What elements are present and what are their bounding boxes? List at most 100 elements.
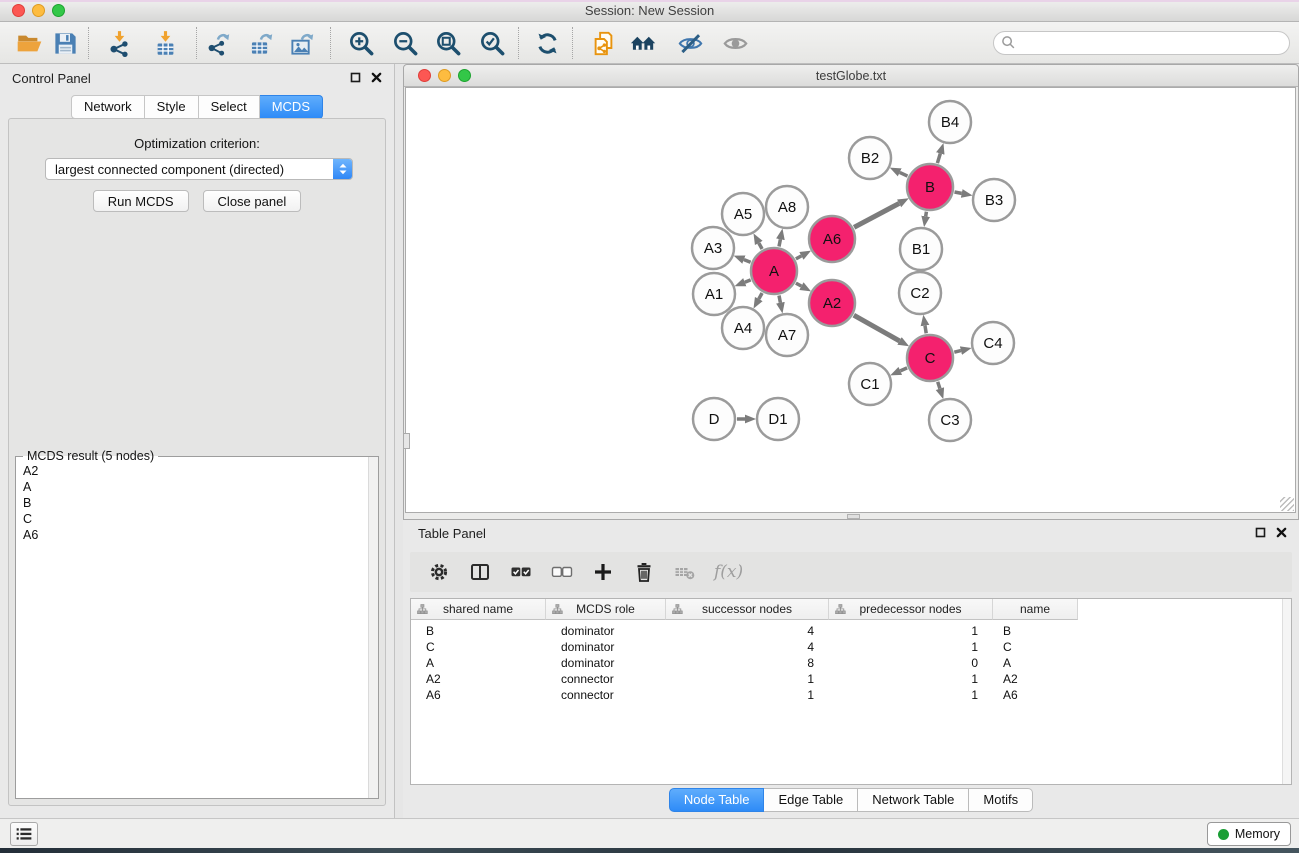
graph-node-A8[interactable]: A8 <box>766 186 808 228</box>
graph-node-C[interactable]: C <box>907 335 953 381</box>
mcds-result-item: B <box>17 495 367 511</box>
graph-node-D[interactable]: D <box>693 398 735 440</box>
graph-node-A1[interactable]: A1 <box>693 273 735 315</box>
table-panel-title: Table Panel <box>418 526 486 541</box>
graph-node-A2[interactable]: A2 <box>809 280 855 326</box>
graph-node-A3[interactable]: A3 <box>692 227 734 269</box>
graph-node-A6[interactable]: A6 <box>809 216 855 262</box>
table-row[interactable]: A2connector11A2 <box>411 671 1291 687</box>
graph-node-B3[interactable]: B3 <box>973 179 1015 221</box>
graph-node-A4[interactable]: A4 <box>722 307 764 349</box>
resize-grip-icon[interactable] <box>1280 497 1294 511</box>
add-column-icon[interactable] <box>591 560 615 584</box>
open-session-icon[interactable] <box>14 28 44 58</box>
graph-edge-A6-B[interactable] <box>854 203 899 227</box>
graph-edge-C-C4[interactable] <box>954 351 961 353</box>
table-scrollbar[interactable] <box>1282 599 1291 784</box>
tab-style[interactable]: Style <box>145 95 199 119</box>
search-input[interactable] <box>993 31 1290 55</box>
graph-edge-A-A6[interactable] <box>796 256 802 259</box>
graph-node-C1[interactable]: C1 <box>849 363 891 405</box>
graph-node-C3[interactable]: C3 <box>929 399 971 441</box>
delete-columns-icon[interactable] <box>632 560 656 584</box>
close-panel-icon[interactable] <box>371 72 382 83</box>
tab-edge-table[interactable]: Edge Table <box>764 788 858 812</box>
save-session-icon[interactable] <box>50 28 80 58</box>
clear-table-icon[interactable] <box>673 560 697 584</box>
zoom-in-icon[interactable] <box>346 28 376 58</box>
tab-network-table[interactable]: Network Table <box>858 788 969 812</box>
home-layout-icon[interactable] <box>628 28 658 58</box>
graph-edge-A-A8[interactable] <box>779 239 780 246</box>
criterion-dropdown[interactable]: largest connected component (directed) <box>45 158 353 180</box>
task-history-button[interactable] <box>10 822 38 846</box>
table-row[interactable]: A6connector11A6 <box>411 687 1291 703</box>
graph-edge-C-C2[interactable] <box>925 326 926 334</box>
hide-graphics-details-icon[interactable] <box>675 28 705 58</box>
deselect-all-rows-icon[interactable] <box>550 560 574 584</box>
graph-edge-B-B4[interactable] <box>937 154 940 164</box>
column-header-name[interactable]: name <box>993 599 1078 620</box>
select-all-rows-icon[interactable] <box>509 560 533 584</box>
graph-edge-B-B2[interactable] <box>900 172 908 176</box>
graph-edge-A-A1[interactable] <box>745 280 751 282</box>
graph-node-A[interactable]: A <box>751 248 797 294</box>
graph-edge-A-A5[interactable] <box>759 243 762 249</box>
table-row[interactable]: Bdominator41B <box>411 623 1291 639</box>
divider-grip[interactable] <box>403 433 410 449</box>
network-document-icon[interactable] <box>588 28 618 58</box>
zoom-out-icon[interactable] <box>390 28 420 58</box>
zoom-selected-icon[interactable] <box>477 28 507 58</box>
graph-edge-A-A3[interactable] <box>744 260 751 263</box>
graph-edge-C-C3[interactable] <box>938 382 940 389</box>
export-image-icon[interactable] <box>287 28 317 58</box>
graph-edge-B-B3[interactable] <box>955 192 962 193</box>
graph-node-B[interactable]: B <box>907 164 953 210</box>
import-network-icon[interactable] <box>104 28 134 58</box>
apply-function-icon[interactable]: f(x) <box>714 562 743 582</box>
zoom-fit-icon[interactable] <box>433 28 463 58</box>
graph-node-B4[interactable]: B4 <box>929 101 971 143</box>
tab-node-table[interactable]: Node Table <box>669 788 765 812</box>
float-panel-icon[interactable] <box>350 72 361 83</box>
export-table-icon[interactable] <box>246 28 276 58</box>
graph-edge-B-B1[interactable] <box>926 212 927 217</box>
graph-node-D1[interactable]: D1 <box>757 398 799 440</box>
table-row[interactable]: Adominator80A <box>411 655 1291 671</box>
network-canvas[interactable]: B4 B2 B B3 A8A5 A6 A3 B1 A C2 A1 A2 A4A7 C4 C C1 C3 D D1 <box>405 87 1296 513</box>
graph-node-C2[interactable]: C2 <box>899 272 941 314</box>
result-scrollbar[interactable] <box>368 457 378 798</box>
table-row[interactable]: Cdominator41C <box>411 639 1291 655</box>
close-panel-icon[interactable] <box>1276 527 1287 538</box>
tab-mcds[interactable]: MCDS <box>260 95 323 119</box>
split-table-view-icon[interactable] <box>468 560 492 584</box>
graph-node-B1[interactable]: B1 <box>900 228 942 270</box>
graph-edge-A2-C[interactable] <box>854 315 900 341</box>
memory-button[interactable]: Memory <box>1207 822 1291 846</box>
tab-network[interactable]: Network <box>71 95 145 119</box>
column-header-shared-name[interactable]: shared name <box>411 599 546 620</box>
table-settings-icon[interactable] <box>427 560 451 584</box>
graph-edge-A-A4[interactable] <box>759 293 762 299</box>
close-panel-button[interactable]: Close panel <box>203 190 302 212</box>
graph-node-C4[interactable]: C4 <box>972 322 1014 364</box>
graph-node-A5[interactable]: A5 <box>722 193 764 235</box>
column-header-predecessor-nodes[interactable]: predecessor nodes <box>829 599 993 620</box>
graph-edge-A-A7[interactable] <box>779 296 780 303</box>
run-mcds-button[interactable]: Run MCDS <box>93 190 189 212</box>
column-header-successor-nodes[interactable]: successor nodes <box>666 599 829 620</box>
graph-edge-C-C1[interactable] <box>900 368 907 371</box>
tab-select[interactable]: Select <box>199 95 260 119</box>
float-panel-icon[interactable] <box>1255 527 1266 538</box>
import-table-icon[interactable] <box>150 28 180 58</box>
divider-grip[interactable] <box>847 514 860 519</box>
control-panel-title: Control Panel <box>12 71 91 86</box>
graph-node-B2[interactable]: B2 <box>849 137 891 179</box>
graph-node-A7[interactable]: A7 <box>766 314 808 356</box>
show-graphics-details-icon[interactable] <box>720 28 750 58</box>
export-network-icon[interactable] <box>203 28 233 58</box>
column-header-mcds-role[interactable]: MCDS role <box>546 599 666 620</box>
refresh-view-icon[interactable] <box>532 28 562 58</box>
graph-edge-A-A2[interactable] <box>796 283 802 286</box>
tab-motifs[interactable]: Motifs <box>969 788 1033 812</box>
